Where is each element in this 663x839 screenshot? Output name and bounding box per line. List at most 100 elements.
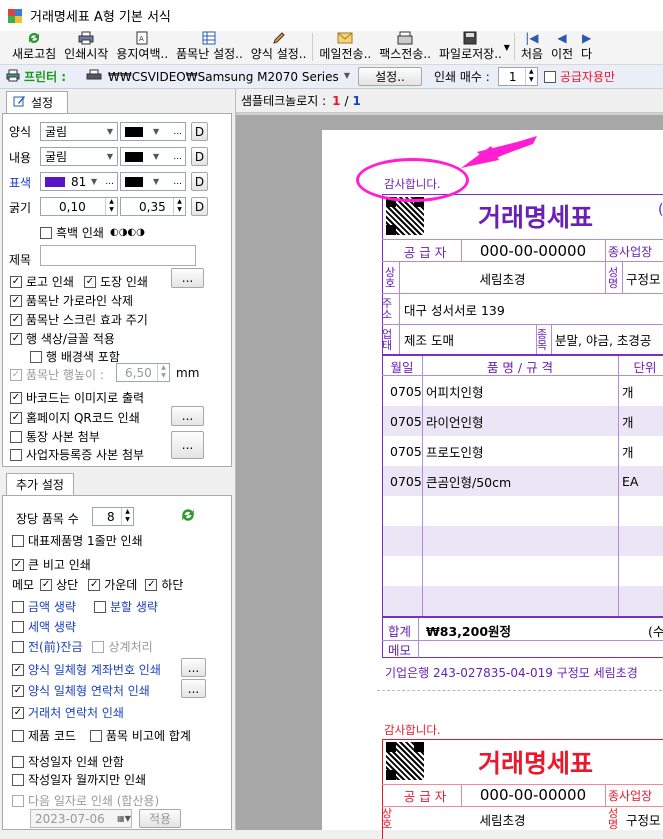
title-input[interactable] (40, 245, 196, 266)
bizreg-copy-checkbox[interactable] (10, 448, 22, 461)
stamp-print-checkbox[interactable]: ✓ (83, 275, 96, 288)
fax-send-button[interactable]: 팩스전송.. (375, 30, 435, 64)
row-color-checkbox[interactable]: ✓ (10, 332, 22, 345)
content-label: 내용 (9, 151, 32, 165)
weight1-stepper[interactable]: 0,10 ▲ ▼ (40, 197, 118, 216)
printer-icon (78, 30, 94, 45)
style-font-select[interactable]: 굴림 ▼ (40, 122, 118, 141)
stepper-arrows-icon[interactable]: ▲ ▼ (105, 198, 117, 215)
company-label: 상호 (384, 266, 396, 290)
tab-settings[interactable]: 설정 (6, 91, 68, 113)
date-picker[interactable]: 2023-07-06 ▦▼ (30, 809, 132, 828)
first-page-button[interactable]: |◀ 처음 (517, 30, 547, 64)
no-date-checkbox[interactable] (12, 755, 24, 768)
row-shade (383, 526, 663, 556)
screen-effect-checkbox[interactable]: ✓ (10, 313, 22, 326)
save-to-file-button[interactable]: 파일로저장.. ▼ (435, 30, 510, 64)
stepper-arrows-icon[interactable]: ▲ ▼ (524, 68, 537, 85)
weight2-stepper[interactable]: 0,35 ▲ ▼ (120, 197, 186, 216)
sum-in-note-checkbox[interactable] (89, 729, 102, 742)
homepage-qr-label: 홈페이지 QR코드 인쇄 (26, 411, 140, 425)
weight-bold-button[interactable]: D (191, 197, 208, 216)
row-height-stepper[interactable]: 6,50 ▲ ▼ (116, 363, 170, 382)
memo-bottom-label: 하단 (161, 578, 184, 592)
date-to-month-checkbox[interactable] (12, 773, 24, 786)
row-bg-checkbox[interactable] (30, 350, 42, 363)
row-height-checkbox[interactable]: ✓ (10, 368, 22, 381)
rep-label-2: 성명 (608, 807, 619, 831)
date-to-month-label: 작성일자 월까지만 인쇄 (28, 773, 147, 787)
next-date-checkbox[interactable] (12, 794, 24, 807)
toolbar-separator (513, 33, 515, 61)
memo-top-label: 상단 (56, 578, 79, 592)
row-item: 프로도인형 (426, 444, 484, 460)
dropdown-arrow-icon[interactable]: ▼ (504, 43, 510, 52)
table-color2-select[interactable]: ▼... (120, 172, 186, 191)
toolbar: 새로고침 인쇄시작 A 용지여백.. 품목난 설정.. 양식 설정.. 메일전송.… (0, 31, 663, 65)
edit-icon (13, 95, 26, 110)
memo-top-checkbox[interactable]: ✓ (40, 578, 53, 591)
fax-icon (397, 30, 413, 45)
row-height-label: 품목난 행높이 : (26, 368, 104, 382)
mail-icon (337, 30, 353, 45)
app-icon (8, 8, 22, 23)
table-color-select[interactable]: 81 ▼... (40, 172, 118, 191)
printer-settings-button[interactable]: 설정.. (358, 67, 422, 86)
account-print-checkbox[interactable]: ✓ (12, 663, 24, 676)
contact-options-button[interactable]: ... (181, 679, 206, 698)
items-per-page-stepper[interactable]: 8 ▲ ▼ (92, 507, 134, 526)
offset-checkbox[interactable] (92, 640, 105, 653)
client-contact-checkbox[interactable]: ✓ (12, 706, 24, 719)
screen-effect-label: 품목난 스크린 효과 주기 (26, 313, 148, 327)
bw-print-checkbox[interactable] (40, 226, 52, 239)
amount-omit-checkbox[interactable] (12, 600, 24, 613)
copies-stepper[interactable]: 1 ▲ ▼ (497, 67, 538, 86)
big-note-checkbox[interactable]: ✓ (12, 558, 24, 571)
remove-hlines-checkbox[interactable]: ✓ (10, 294, 22, 307)
barcode-image-checkbox[interactable]: ✓ (10, 391, 22, 404)
refresh-icon[interactable] (180, 507, 196, 526)
print-start-button[interactable]: 인쇄시작 (60, 30, 112, 64)
split-omit-checkbox[interactable] (93, 600, 106, 613)
attach-options-button[interactable]: ... (171, 431, 204, 459)
bankbook-copy-checkbox[interactable] (10, 430, 22, 443)
biz-item-label: 종목 (537, 327, 548, 352)
contact-print-checkbox[interactable]: ✓ (12, 684, 24, 697)
item-settings-button[interactable]: 품목난 설정.. (172, 30, 247, 64)
style-color-select[interactable]: ▼... (120, 122, 186, 141)
red-vline (605, 784, 606, 806)
memo-middle-checkbox[interactable]: ✓ (88, 578, 101, 591)
supplier-only-checkbox[interactable] (543, 70, 556, 83)
logo-print-checkbox[interactable]: ✓ (10, 275, 22, 288)
page-total: 1 (352, 93, 361, 108)
stepper-arrows-icon[interactable]: ▲ ▼ (157, 364, 169, 381)
printer-select[interactable]: ₩₩CSVIDEO₩Samsung M2070 Series ▼ (104, 67, 354, 86)
paper-margin-button[interactable]: A 용지여백.. (112, 30, 172, 64)
account-options-button[interactable]: ... (181, 658, 206, 677)
stamp-options-button[interactable]: ... (171, 268, 204, 288)
refresh-button[interactable]: 새로고침 (8, 30, 60, 64)
rep-item-checkbox[interactable] (12, 534, 24, 547)
stepper-arrows-icon[interactable]: ▲ ▼ (173, 198, 185, 215)
items-per-page-label: 장당 품목 수 (16, 512, 79, 526)
company-name: 세림초경 (479, 271, 526, 287)
tab-extra-settings[interactable]: 추가 설정 (6, 473, 74, 495)
memo-bottom-checkbox[interactable]: ✓ (145, 578, 158, 591)
content-bold-button[interactable]: D (191, 147, 208, 166)
style-bold-button[interactable]: D (191, 122, 208, 141)
content-font-select[interactable]: 굴림 ▼ (40, 147, 118, 166)
table-bold-button[interactable]: D (191, 172, 208, 191)
content-color-select[interactable]: ▼... (120, 147, 186, 166)
tax-omit-checkbox[interactable] (12, 620, 24, 633)
apply-button[interactable]: 적용 (139, 809, 181, 828)
next-page-button[interactable]: ▶ 다 (577, 30, 596, 64)
email-send-button[interactable]: 메일전송.. (315, 30, 375, 64)
product-code-checkbox[interactable] (12, 729, 24, 742)
qr-options-button[interactable]: ... (171, 406, 204, 426)
stepper-arrows-icon[interactable]: ▲ ▼ (121, 508, 133, 525)
memo-label-inv: 메모 (388, 642, 412, 658)
prev-page-button[interactable]: ◀ 이전 (547, 30, 577, 64)
prev-balance-checkbox[interactable] (12, 640, 24, 653)
homepage-qr-checkbox[interactable]: ✓ (10, 411, 22, 424)
form-settings-button[interactable]: 양식 설정.. (247, 30, 311, 64)
